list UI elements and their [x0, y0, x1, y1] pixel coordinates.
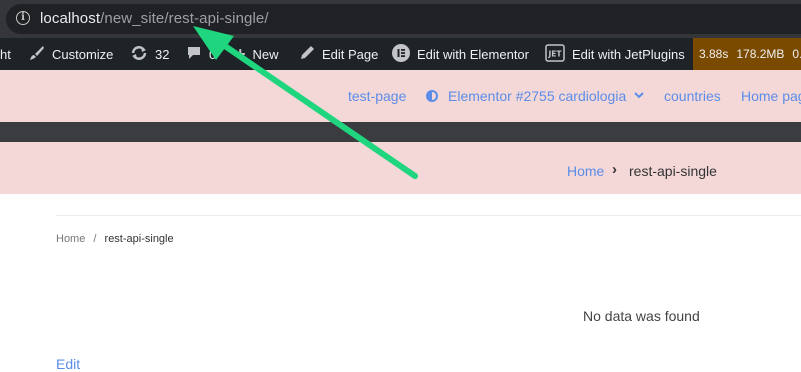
breadcrumb-chevron-icon: ›	[612, 161, 617, 178]
content-breadcrumb-separator: /	[93, 233, 97, 245]
wp-admin-bar: ht Customize 32 0 + New Edit Page Edit w…	[0, 38, 801, 70]
nav-item-label: test-page	[348, 88, 407, 104]
adminbar-edit-page[interactable]: Edit Page	[300, 38, 378, 70]
updates-icon	[130, 45, 148, 64]
nav-item-elementor-2755[interactable]: Elementor #2755 cardiologia	[426, 70, 644, 122]
nav-item-home-page[interactable]: Home page	[741, 70, 801, 122]
no-data-message: No data was found	[583, 308, 700, 324]
new-label: New	[252, 46, 279, 62]
content-divider	[56, 215, 801, 216]
chevron-down-icon	[634, 90, 644, 102]
pencil-icon	[300, 45, 315, 63]
query-monitor[interactable]: 3.88s 178.2MB 0.	[693, 38, 801, 70]
adminbar-edit-elementor[interactable]: Edit with Elementor	[392, 38, 529, 70]
content-breadcrumb-home[interactable]: Home	[56, 233, 85, 245]
qm-memory: 178.2MB	[736, 47, 785, 61]
nav-item-countries[interactable]: countries	[664, 70, 721, 122]
nav-item-label: Home page	[741, 88, 801, 104]
adminbar-edit-jetplugins[interactable]: JET Edit with JetPlugins	[545, 38, 685, 70]
breadcrumb-band: Home › rest-api-single	[0, 142, 801, 194]
edit-elementor-label: Edit with Elementor	[417, 46, 529, 62]
url-text[interactable]: localhost/new_site/rest-api-single/	[40, 10, 269, 27]
content-breadcrumb-current: rest-api-single	[104, 233, 174, 245]
comment-icon	[186, 45, 202, 64]
elementor-icon	[392, 43, 410, 65]
url-field[interactable]: i localhost/new_site/rest-api-single/	[6, 4, 801, 34]
breadcrumb-current: rest-api-single	[629, 163, 717, 179]
dark-separator-bar	[0, 122, 801, 142]
svg-text:JET: JET	[547, 49, 562, 58]
nav-item-label: Elementor #2755 cardiologia	[448, 88, 627, 104]
nav-item-test-page[interactable]: test-page	[348, 70, 406, 122]
url-path: /new_site/rest-api-single/	[100, 10, 269, 27]
breadcrumb-home-link[interactable]: Home	[567, 163, 604, 179]
paintbrush-icon	[29, 45, 45, 64]
edit-page-label: Edit Page	[322, 46, 379, 62]
site-header-nav: test-page Elementor #2755 cardiologia co…	[0, 70, 801, 122]
customize-label: Customize	[52, 46, 114, 62]
adminbar-new[interactable]: + New	[235, 38, 279, 70]
site-info-icon[interactable]: i	[16, 11, 30, 25]
browser-address-bar: i localhost/new_site/rest-api-single/	[0, 0, 801, 38]
adminbar-comments[interactable]: 0	[186, 38, 216, 70]
adminbar-cut-label: ht	[0, 46, 11, 62]
url-host: localhost	[40, 10, 101, 27]
qm-extra: 0.	[792, 47, 801, 61]
updates-count: 32	[155, 46, 170, 62]
jetplugins-icon: JET	[545, 43, 565, 65]
adminbar-cut-item[interactable]: ht	[0, 38, 11, 70]
adminbar-updates[interactable]: 32	[130, 38, 169, 70]
half-circle-icon	[426, 90, 438, 102]
plus-icon: +	[235, 43, 246, 64]
edit-jetplugins-label: Edit with JetPlugins	[572, 46, 685, 62]
nav-item-label: countries	[664, 88, 721, 104]
qm-time: 3.88s	[699, 47, 729, 61]
adminbar-customize[interactable]: Customize	[29, 38, 113, 70]
comments-count: 0	[209, 46, 217, 62]
content-breadcrumb: Home / rest-api-single	[56, 233, 174, 245]
